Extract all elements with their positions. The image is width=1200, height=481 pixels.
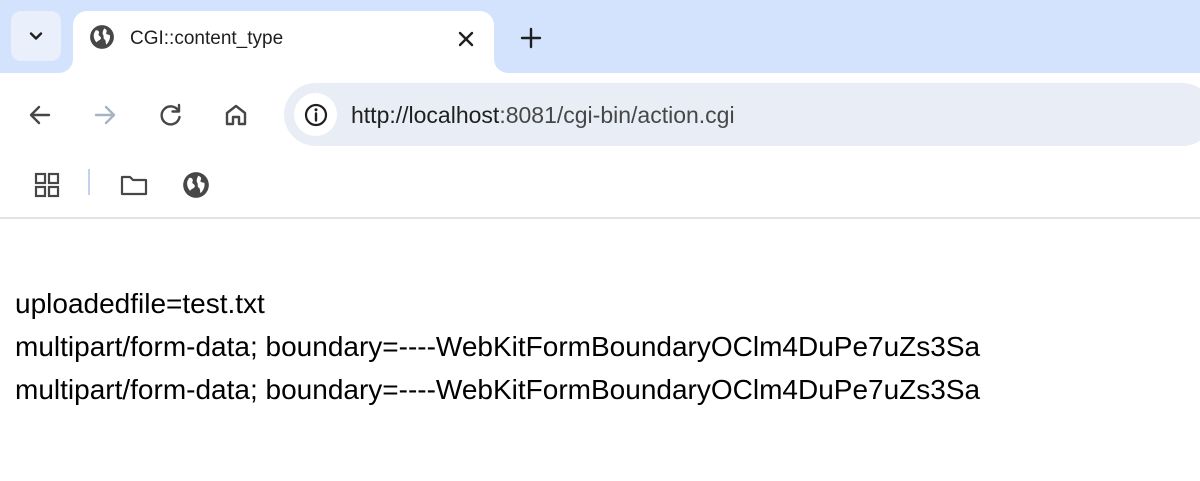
output-line: multipart/form-data; boundary=----WebKit… bbox=[15, 331, 981, 362]
tab-strip: CGI::content_type bbox=[0, 0, 1200, 73]
bookmark-site[interactable] bbox=[176, 165, 216, 205]
reload-button[interactable] bbox=[151, 95, 191, 135]
url-host: http://localhost bbox=[351, 102, 500, 128]
bookmark-folder[interactable] bbox=[114, 165, 154, 205]
arrow-right-icon bbox=[94, 105, 116, 125]
tab-close-button[interactable] bbox=[451, 24, 481, 54]
apps-button[interactable] bbox=[27, 165, 67, 205]
reload-icon bbox=[160, 103, 181, 126]
navigation-toolbar: http://localhost:8081/cgi-bin/action.cgi bbox=[0, 73, 1200, 157]
page-content: uploadedfile=test.txt multipart/form-dat… bbox=[15, 282, 980, 411]
url-text[interactable]: http://localhost:8081/cgi-bin/action.cgi bbox=[351, 102, 735, 129]
folder-icon bbox=[120, 175, 148, 196]
tab-title: CGI::content_type bbox=[130, 28, 284, 49]
apps-grid-icon bbox=[34, 172, 60, 198]
info-icon bbox=[304, 103, 327, 126]
chevron-down-icon bbox=[29, 32, 43, 40]
globe-icon bbox=[90, 25, 114, 49]
output-line: uploadedfile=test.txt bbox=[15, 288, 265, 319]
site-info-button[interactable] bbox=[294, 93, 337, 136]
bookmarks-bar bbox=[0, 157, 1200, 219]
plus-icon bbox=[520, 27, 542, 49]
back-button[interactable] bbox=[20, 95, 60, 135]
close-icon bbox=[458, 31, 474, 47]
forward-button[interactable] bbox=[85, 95, 125, 135]
home-button[interactable] bbox=[216, 95, 256, 135]
tab-search-button[interactable] bbox=[11, 11, 61, 61]
globe-icon bbox=[183, 172, 209, 198]
home-icon bbox=[225, 104, 247, 126]
url-path: :8081/cgi-bin/action.cgi bbox=[499, 102, 735, 128]
new-tab-button[interactable] bbox=[515, 22, 547, 54]
bookmarks-separator bbox=[88, 169, 90, 195]
active-tab[interactable]: CGI::content_type bbox=[73, 11, 494, 73]
output-line: multipart/form-data; boundary=----WebKit… bbox=[15, 374, 981, 405]
arrow-left-icon bbox=[29, 105, 51, 125]
address-bar[interactable]: http://localhost:8081/cgi-bin/action.cgi bbox=[284, 83, 1200, 146]
